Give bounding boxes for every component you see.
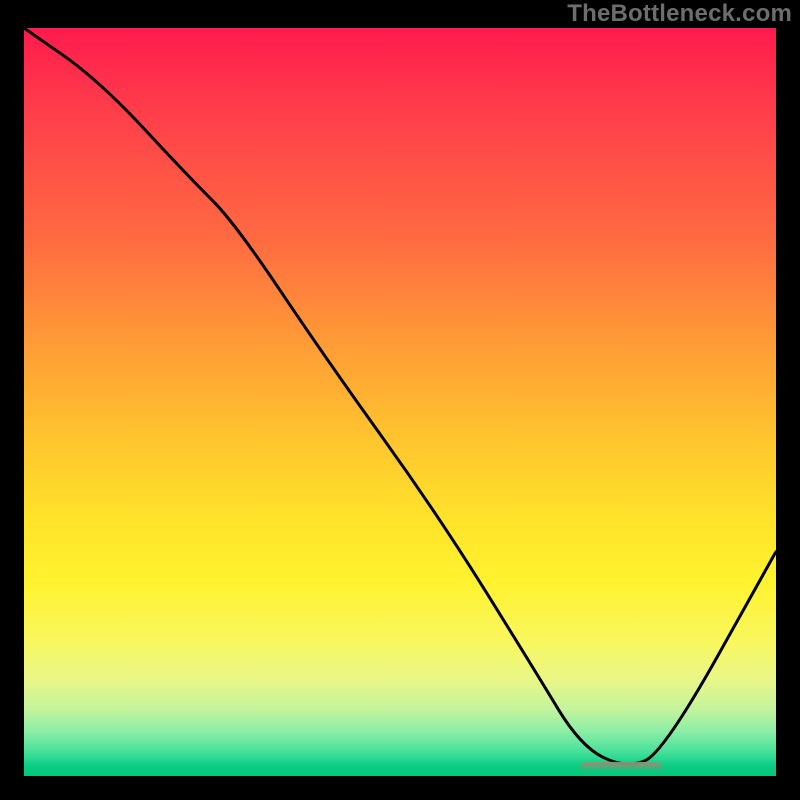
watermark-text: TheBottleneck.com <box>567 0 792 28</box>
bottleneck-curve <box>24 28 776 776</box>
plot-area <box>24 28 776 776</box>
chart-frame: TheBottleneck.com <box>0 0 800 800</box>
optimal-range-marker <box>580 762 663 776</box>
